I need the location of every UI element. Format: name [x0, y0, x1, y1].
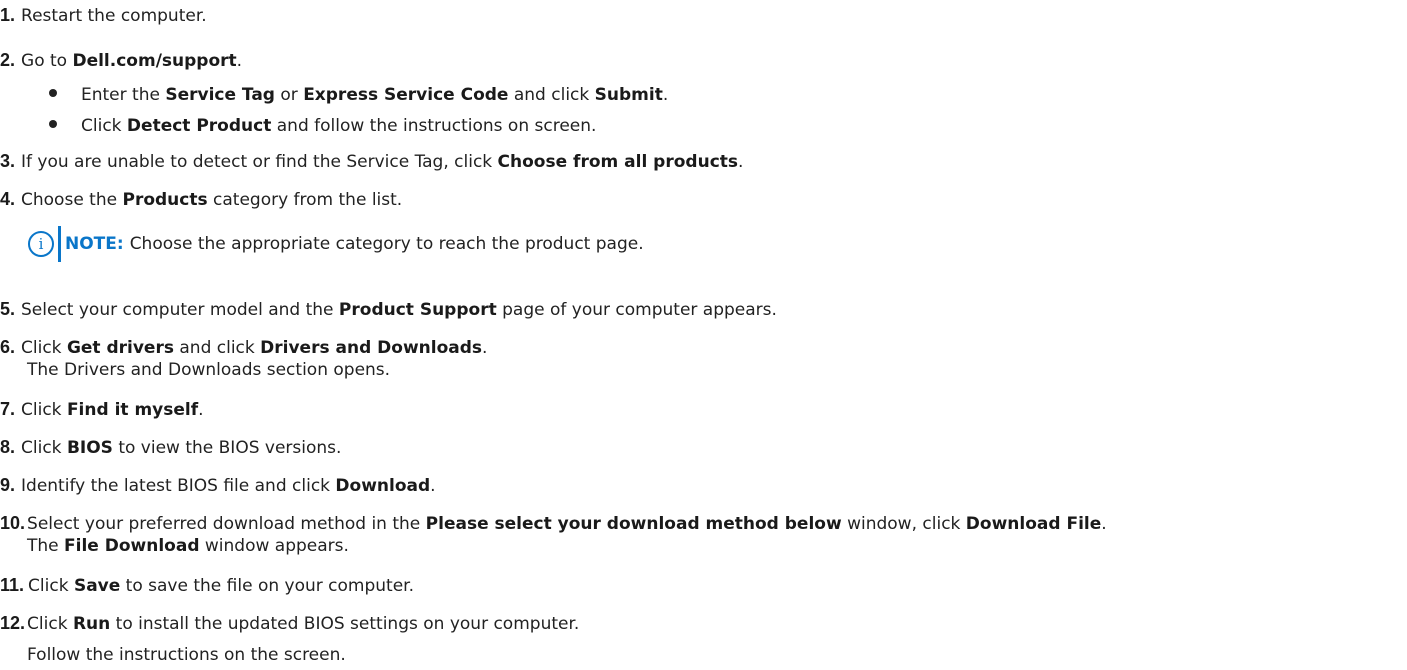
step-text: page of your computer appears.: [496, 300, 777, 320]
get-drivers-term: Get drivers: [66, 338, 174, 358]
step-number: 1.: [0, 5, 16, 25]
substep-text: and click: [508, 85, 595, 105]
file-download-term: File Download: [64, 536, 200, 556]
download-term: Download: [335, 476, 431, 496]
step-2: 2. Go to Dell.com/support.: [0, 49, 242, 72]
step-text: to view the BIOS versions.: [112, 438, 342, 458]
save-term: Save: [73, 576, 121, 596]
step-text: Click: [21, 338, 67, 358]
step-text: Identify the latest BIOS file and click: [21, 476, 336, 496]
step-number: 12.: [0, 613, 26, 633]
substep-text: Click: [81, 116, 127, 136]
run-term: Run: [72, 614, 111, 634]
step-number: 2.: [0, 50, 16, 70]
step-text-end: .: [482, 338, 488, 358]
express-code-term: Express Service Code: [303, 85, 509, 105]
step-text: Go to: [21, 51, 73, 71]
step-number: 10.: [0, 513, 26, 533]
step-text: Select your preferred download method in…: [27, 514, 426, 534]
step-text-end: .: [738, 152, 744, 172]
bullet-icon: [49, 89, 57, 97]
step-text: If you are unable to detect or find the …: [21, 152, 498, 172]
step-10: 10. Select your preferred download method…: [0, 512, 1107, 535]
substep-text-end: .: [662, 85, 669, 105]
step-text: to save the file on your computer.: [120, 576, 414, 596]
step-text-end: .: [1101, 514, 1107, 534]
step-text: Click: [27, 614, 73, 634]
detect-product-term: Detect Product: [126, 116, 272, 136]
step-number: 9.: [0, 475, 16, 495]
product-support-term: Product Support: [338, 300, 497, 320]
note-divider: [58, 226, 61, 262]
step-number: 7.: [0, 399, 16, 419]
step-text: Choose the: [21, 190, 123, 210]
step-7: 7. Click Find it myself.: [0, 398, 204, 421]
step-text-end: .: [430, 476, 436, 496]
step-text: Click: [21, 400, 67, 420]
substep-text: or: [274, 85, 304, 105]
step-text: window appears.: [199, 536, 349, 556]
step-3: 3. If you are unable to detect or find th…: [0, 150, 743, 173]
note-label: NOTE:: [65, 234, 124, 254]
substep-2: Click Detect Product and follow the inst…: [49, 115, 596, 137]
step-number: 8.: [0, 437, 16, 457]
step-12-result: Follow the instructions on the screen.: [27, 645, 346, 665]
step-number: 5.: [0, 299, 16, 319]
step-number: 6.: [0, 337, 16, 357]
step-1: 1. Restart the computer.: [0, 4, 207, 27]
step-number: 3.: [0, 151, 16, 171]
download-method-term: Please select your download method below: [425, 514, 842, 534]
bios-term: BIOS: [66, 438, 113, 458]
step-number: 11.: [0, 575, 25, 595]
step-5: 5. Select your computer model and the Pro…: [0, 298, 777, 321]
substep-text: and follow the instructions on screen.: [271, 116, 597, 136]
info-icon: i: [28, 231, 54, 257]
step-text: The: [27, 536, 65, 556]
note-callout: i NOTE: Choose the appropriate category …: [28, 226, 644, 262]
step-text: Restart the computer.: [21, 6, 207, 26]
step-text: Select your computer model and the: [21, 300, 339, 320]
step-text: to install the updated BIOS settings on …: [110, 614, 580, 634]
products-term: Products: [122, 190, 208, 210]
bullet-icon: [49, 120, 57, 128]
note-text: Choose the appropriate category to reach…: [129, 234, 644, 254]
step-8: 8. Click BIOS to view the BIOS versions.: [0, 436, 341, 459]
step-text: and click: [173, 338, 261, 358]
substep-text: Enter the: [81, 85, 166, 105]
support-link[interactable]: Dell.com/support: [72, 51, 236, 71]
step-9: 9. Identify the latest BIOS file and clic…: [0, 474, 436, 497]
step-text-end: .: [198, 400, 204, 420]
substep-1: Enter the Service Tag or Express Service…: [49, 84, 668, 106]
step-text: Click: [21, 438, 67, 458]
step-number: 4.: [0, 189, 16, 209]
download-file-term: Download File: [965, 514, 1102, 534]
step-text-end: .: [236, 51, 243, 71]
step-10-result: The File Download window appears.: [27, 535, 349, 557]
service-tag-term: Service Tag: [165, 85, 275, 105]
step-6-result: The Drivers and Downloads section opens.: [27, 360, 391, 380]
step-12: 12. Click Run to install the updated BIOS…: [0, 612, 579, 635]
step-text: category from the list.: [207, 190, 403, 210]
step-11: 11. Click Save to save the file on your c…: [0, 574, 414, 597]
step-text: window, click: [841, 514, 966, 534]
drivers-downloads-term: Drivers and Downloads: [260, 338, 483, 358]
choose-all-products-term: Choose from all products: [497, 152, 739, 172]
submit-term: Submit: [594, 85, 663, 105]
step-text: Click: [28, 576, 74, 596]
step-6: 6. Click Get drivers and click Drivers an…: [0, 336, 487, 359]
step-4: 4. Choose the Products category from the …: [0, 188, 402, 211]
find-it-myself-term: Find it myself: [66, 400, 199, 420]
